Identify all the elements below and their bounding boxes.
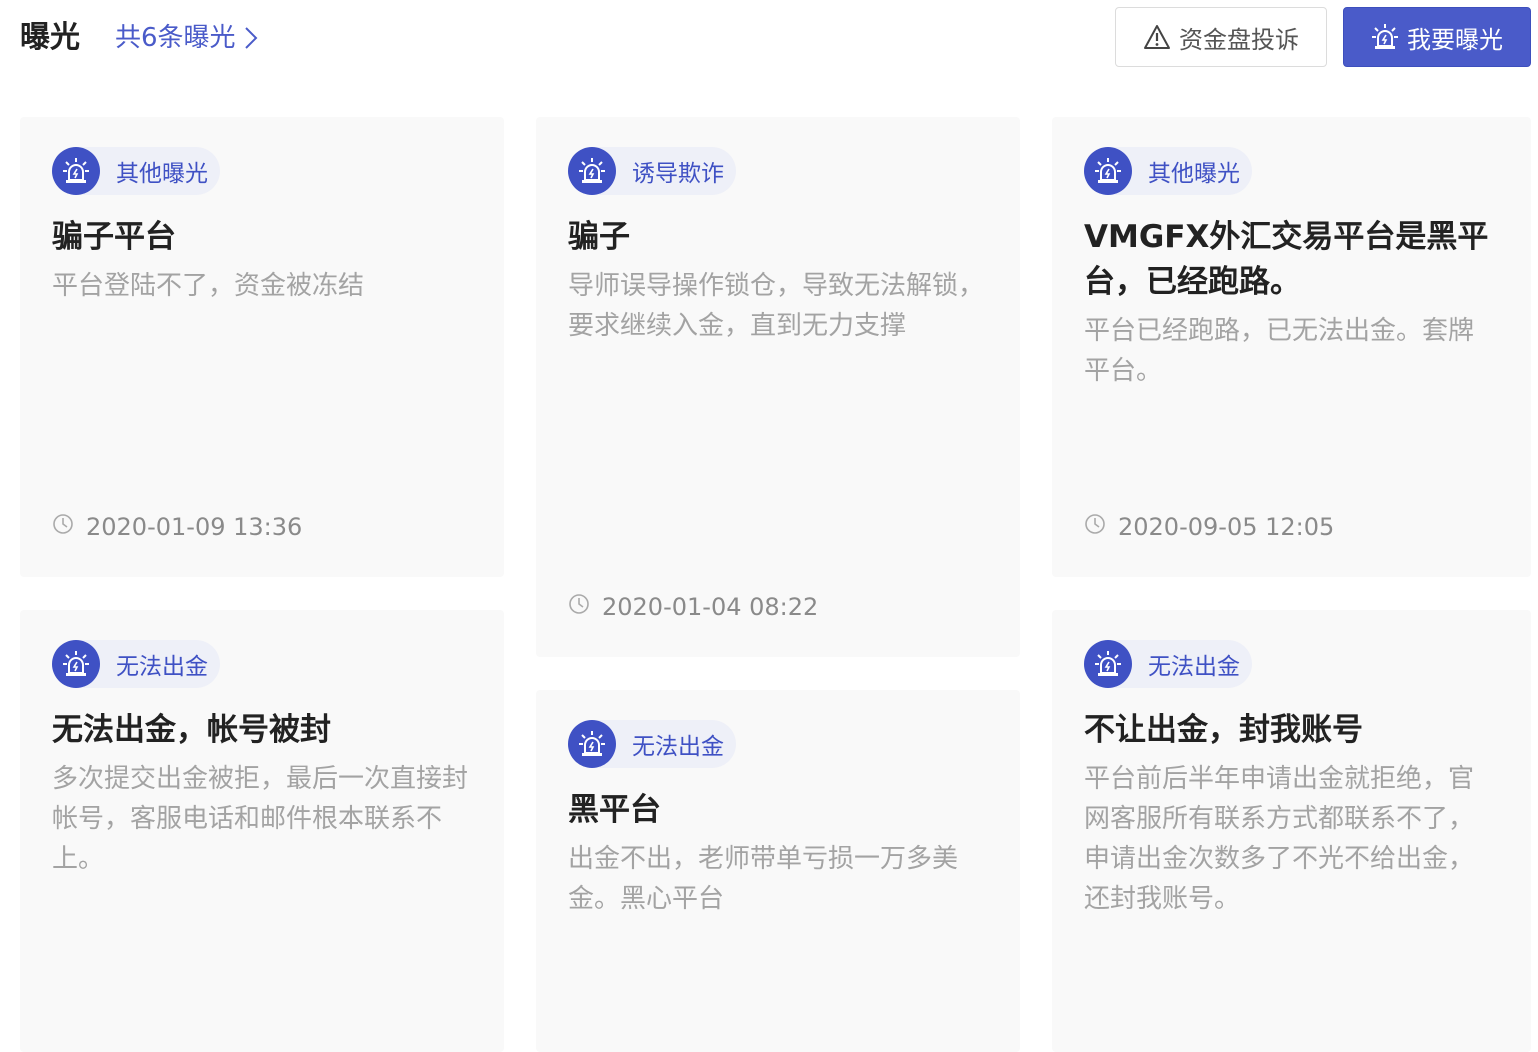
alarm-icon	[1084, 147, 1132, 195]
clock-icon	[1084, 513, 1106, 541]
category-tag: 无法出金	[568, 720, 736, 768]
card-timestamp: 2020-09-05 12:05	[1084, 513, 1334, 541]
alarm-icon	[568, 720, 616, 768]
warning-icon	[1144, 25, 1170, 49]
alarm-icon	[52, 640, 100, 688]
card-time-label: 2020-01-09 13:36	[86, 513, 303, 541]
alarm-icon	[568, 147, 616, 195]
card-title: 骗子	[568, 219, 630, 255]
alarm-icon	[1372, 24, 1398, 49]
card-description: 导师误导操作锁仓，导致无法解锁，要求继续入金，直到无力支撑	[568, 271, 985, 341]
category-tag: 诱导欺诈	[568, 147, 736, 195]
card-time-label: 2020-01-04 08:22	[602, 593, 819, 621]
card-timestamp: 2020-01-04 08:22	[568, 593, 818, 621]
category-tag-label: 其他曝光	[1148, 161, 1240, 187]
expose-label: 我要曝光	[1407, 25, 1503, 54]
card-description: 平台登陆不了，资金被冻结	[52, 271, 365, 301]
complain-button[interactable]: 资金盘投诉	[1115, 7, 1327, 67]
exposure-card[interactable]: 其他曝光 骗子平台 平台登陆不了，资金被冻结 2020-01-09 13:36	[20, 117, 504, 577]
category-tag: 其他曝光	[1084, 147, 1252, 195]
exposure-card[interactable]: 无法出金 不让出金，封我账号 平台前后半年申请出金就拒绝，官网客服所有联系方式都…	[1052, 610, 1531, 1052]
clock-icon	[52, 513, 74, 541]
card-title: 不让出金，封我账号	[1084, 712, 1363, 748]
page-header: 曝光 共6条曝光 资金盘投诉 我要曝光	[0, 0, 1538, 80]
category-tag-label: 无法出金	[116, 654, 208, 680]
card-description: 平台前后半年申请出金就拒绝，官网客服所有联系方式都联系不了，申请出金次数多了不光…	[1084, 764, 1475, 914]
exposure-count-label: 共6条曝光	[115, 23, 236, 53]
exposure-card[interactable]: 诱导欺诈 骗子 导师误导操作锁仓，导致无法解锁，要求继续入金，直到无力支撑 20…	[536, 117, 1020, 657]
card-timestamp: 2020-01-09 13:36	[52, 513, 302, 541]
category-tag: 无法出金	[52, 640, 220, 688]
clock-icon	[568, 593, 590, 621]
card-title: 黑平台	[568, 792, 661, 828]
exposure-card[interactable]: 无法出金 无法出金，帐号被封 多次提交出金被拒，最后一次直接封帐号，客服电话和邮…	[20, 610, 504, 1052]
card-description: 出金不出，老师带单亏损一万多美金。黑心平台	[568, 844, 959, 914]
card-description: 多次提交出金被拒，最后一次直接封帐号，客服电话和邮件根本联系不上。	[52, 764, 469, 874]
complain-label: 资金盘投诉	[1179, 25, 1299, 54]
chevron-right-icon	[244, 27, 257, 49]
card-title: 无法出金，帐号被封	[52, 712, 331, 748]
category-tag: 其他曝光	[52, 147, 220, 195]
category-tag-label: 无法出金	[1148, 654, 1240, 680]
exposure-count-link[interactable]: 共6条曝光	[115, 18, 258, 58]
card-time-label: 2020-09-05 12:05	[1118, 513, 1335, 541]
alarm-icon	[52, 147, 100, 195]
category-tag-label: 其他曝光	[116, 161, 208, 187]
exposure-card[interactable]: 无法出金 黑平台 出金不出，老师带单亏损一万多美金。黑心平台	[536, 690, 1020, 1052]
card-title: VMGFX外汇交易平台是黑平台，已经跑路。	[1084, 219, 1489, 300]
category-tag-label: 无法出金	[632, 734, 724, 760]
card-description: 平台已经跑路，已无法出金。套牌平台。	[1084, 316, 1475, 386]
category-tag-label: 诱导欺诈	[632, 161, 724, 187]
card-title: 骗子平台	[52, 219, 176, 255]
alarm-icon	[1084, 640, 1132, 688]
page-title: 曝光	[20, 20, 80, 55]
expose-button[interactable]: 我要曝光	[1343, 7, 1531, 67]
exposure-card[interactable]: 其他曝光 VMGFX外汇交易平台是黑平台，已经跑路。 平台已经跑路，已无法出金。…	[1052, 117, 1531, 577]
category-tag: 无法出金	[1084, 640, 1252, 688]
